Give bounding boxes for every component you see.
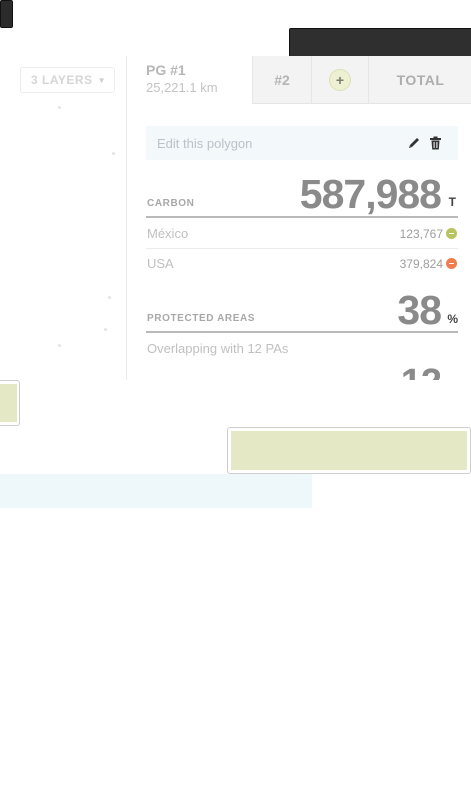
- map-marker: [58, 106, 61, 109]
- tab-polygon-1[interactable]: PG #1 25,221.1 km: [127, 56, 252, 104]
- map-marker: [58, 344, 61, 347]
- carbon-row-value: 379,824: [399, 257, 443, 271]
- protected-areas-label: PROTECTED AREAS: [147, 313, 256, 324]
- decrease-status-icon: –: [446, 258, 457, 269]
- highlight-fragment-bar: [0, 474, 312, 508]
- toolbar-fragment-left: [0, 0, 13, 28]
- layers-button-label: 3 LAYERS: [30, 73, 93, 87]
- carbon-total-value: 587,988: [299, 171, 442, 217]
- highlight-fill: [231, 431, 467, 470]
- carbon-unit: T: [448, 195, 456, 209]
- layers-dropdown-button[interactable]: 3 LAYERS ▼: [20, 67, 115, 93]
- map-marker: [104, 328, 107, 331]
- highlight-fragment-right: [227, 427, 471, 474]
- highlight-fragment-left: [0, 380, 20, 426]
- trash-icon[interactable]: [429, 136, 442, 150]
- map-area[interactable]: [0, 56, 126, 380]
- edit-polygon-bar[interactable]: Edit this polygon: [146, 126, 458, 160]
- tab-polygon-2[interactable]: #2: [252, 56, 311, 104]
- tab-polygon-1-area: 25,221.1 km: [146, 80, 218, 95]
- plus-icon[interactable]: +: [329, 68, 351, 91]
- next-section-value: 12: [401, 364, 442, 380]
- divider: [146, 216, 458, 218]
- tab-polygon-2-label: #2: [274, 71, 290, 88]
- tab-polygon-1-title: PG #1: [146, 62, 186, 78]
- carbon-row-value: 123,767: [399, 227, 443, 241]
- pencil-icon[interactable]: [407, 136, 421, 150]
- carbon-row-name: USA: [147, 256, 174, 271]
- edit-polygon-label: Edit this polygon: [157, 135, 253, 151]
- tab-add-polygon[interactable]: +: [311, 56, 368, 104]
- carbon-label: CARBON: [147, 198, 195, 209]
- protected-areas-value: 38: [397, 287, 442, 333]
- carbon-row-name: México: [147, 226, 189, 241]
- increase-status-icon: –: [446, 228, 457, 239]
- divider: [146, 248, 458, 249]
- tab-total-label: TOTAL: [396, 71, 445, 88]
- protected-areas-note: Overlapping with 12 PAs: [147, 341, 289, 356]
- analysis-panel: PG #1 25,221.1 km #2 + TOTAL Edit this p…: [126, 56, 471, 380]
- divider: [146, 331, 458, 333]
- highlight-fill: [0, 384, 17, 422]
- map-marker: [112, 152, 115, 155]
- chevron-down-icon: ▼: [97, 75, 106, 85]
- protected-areas-unit: %: [447, 312, 458, 326]
- tab-total[interactable]: TOTAL: [368, 56, 471, 104]
- map-marker: [108, 296, 111, 299]
- toolbar-fragment-right: [289, 28, 471, 57]
